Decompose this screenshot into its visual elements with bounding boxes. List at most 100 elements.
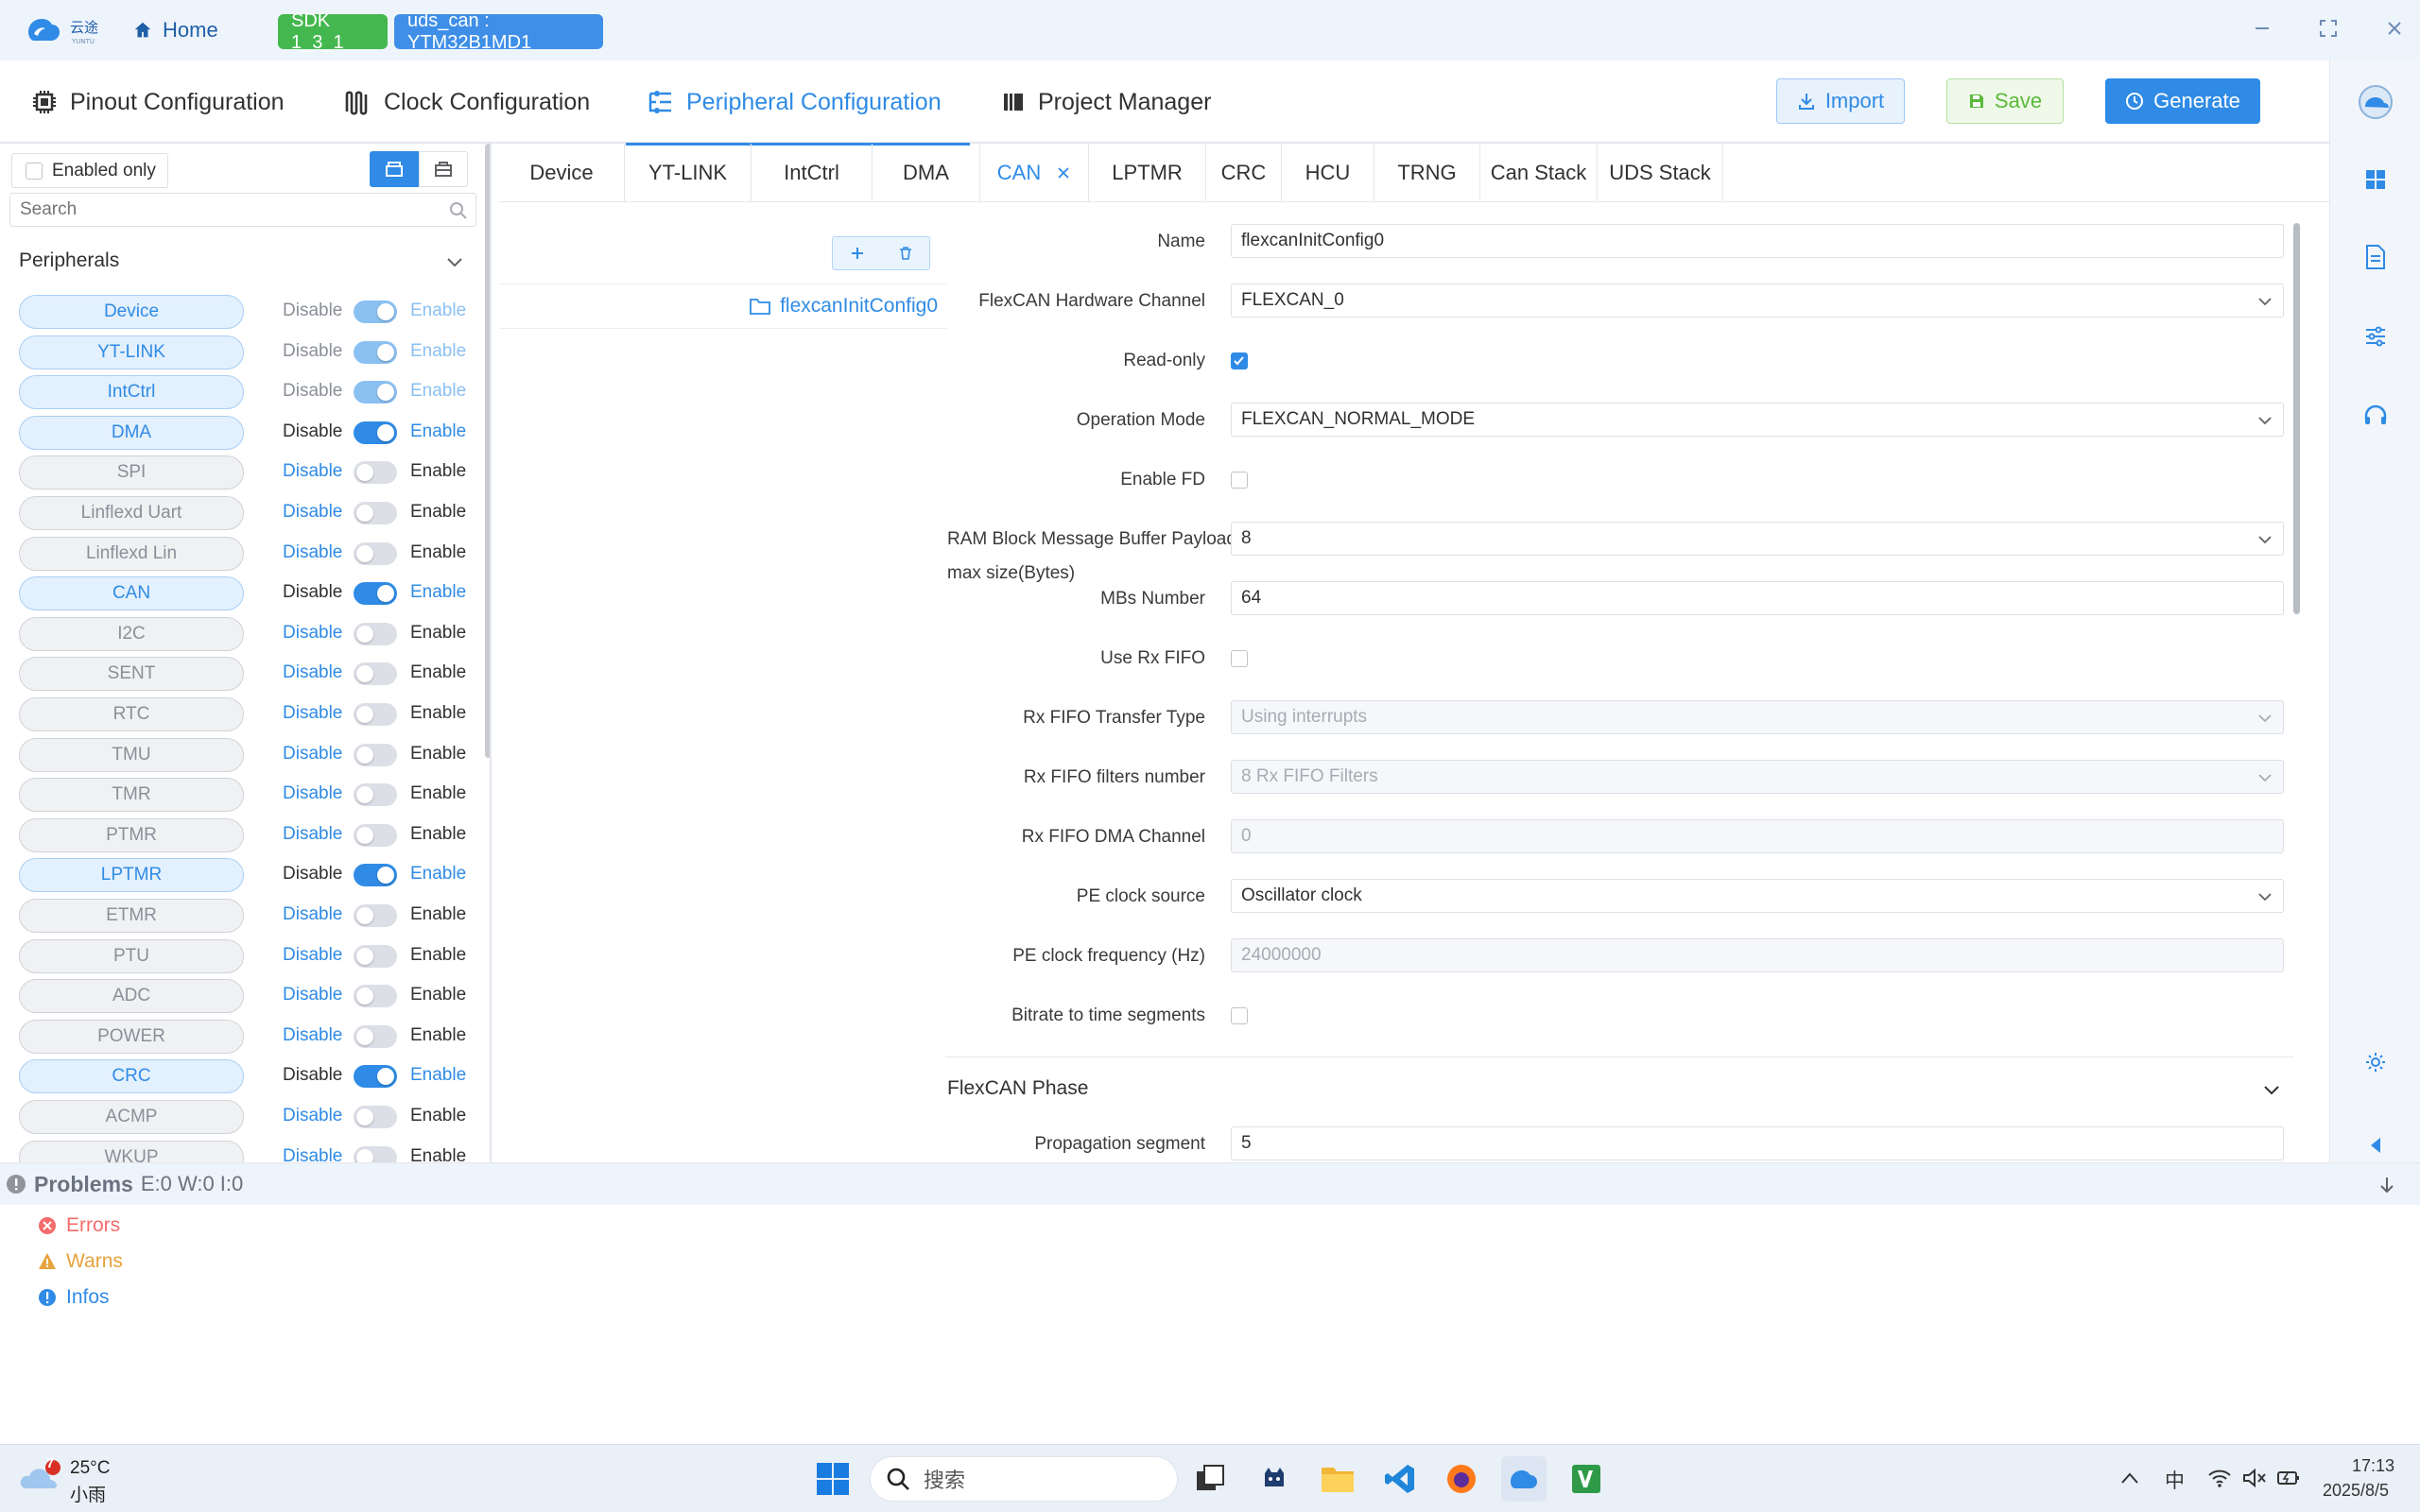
use-rxfifo-checkbox[interactable] — [1231, 650, 1248, 667]
instance-item[interactable]: flexcanInitConfig0 — [499, 284, 947, 329]
enable-toggle[interactable] — [354, 864, 397, 887]
task-view-button[interactable] — [1187, 1456, 1233, 1502]
taskbar-yuntu-app[interactable] — [1501, 1456, 1547, 1502]
enable-label[interactable]: Enable — [410, 341, 466, 362]
peripheral-pill[interactable]: I2C — [19, 616, 244, 651]
subtab-lptmr[interactable]: LPTMR — [1089, 144, 1206, 202]
enable-label[interactable]: Enable — [410, 783, 466, 804]
enable-label[interactable]: Enable — [410, 824, 466, 845]
peripheral-pill[interactable]: Linflexd Lin — [19, 536, 244, 571]
enable-toggle[interactable] — [354, 743, 397, 766]
enable-toggle[interactable] — [354, 622, 397, 645]
disable-label[interactable]: Disable — [283, 1025, 342, 1046]
enable-label[interactable]: Enable — [410, 1146, 466, 1162]
subtab-yt-link[interactable]: YT-LINK — [625, 144, 752, 202]
chevron-down-icon[interactable] — [444, 251, 465, 272]
enable-toggle[interactable] — [354, 1145, 397, 1162]
peripheral-pill[interactable]: WKUP — [19, 1140, 244, 1162]
enable-label[interactable]: Enable — [410, 904, 466, 925]
tab-clock-configuration[interactable]: Clock Configuration — [344, 60, 590, 144]
disable-label[interactable]: Disable — [283, 703, 342, 724]
enable-toggle[interactable] — [354, 662, 397, 686]
enable-label[interactable]: Enable — [410, 301, 466, 321]
peripheral-pill[interactable]: Device — [19, 295, 244, 329]
enable-label[interactable]: Enable — [410, 421, 466, 442]
disable-label[interactable]: Disable — [283, 623, 342, 644]
minimize-button[interactable] — [2243, 9, 2281, 47]
maximize-button[interactable] — [2309, 9, 2347, 47]
disable-label[interactable]: Disable — [283, 502, 342, 523]
tab-pinout-configuration[interactable]: Pinout Configuration — [32, 60, 285, 144]
enable-toggle[interactable] — [354, 904, 397, 927]
taskbar-vscode[interactable] — [1377, 1456, 1423, 1502]
avatar[interactable] — [2357, 83, 2394, 121]
enable-toggle[interactable] — [354, 944, 397, 968]
enable-label[interactable]: Enable — [410, 461, 466, 482]
project-badge[interactable]: uds_can : YTM32B1MD1 — [394, 10, 603, 53]
clock-date[interactable]: 2025/8/5 — [2323, 1481, 2389, 1501]
enable-label[interactable]: Enable — [410, 744, 466, 765]
weather-widget[interactable]: 7 25°C 小雨 — [19, 1455, 132, 1505]
form-scrollbar[interactable] — [2293, 223, 2300, 614]
grid-view-button[interactable] — [419, 151, 468, 187]
subtab-crc[interactable]: CRC — [1206, 144, 1282, 202]
name-input[interactable]: flexcanInitConfig0 — [1231, 224, 2284, 258]
disable-label[interactable]: Disable — [283, 1146, 342, 1162]
sdk-version-badge[interactable]: SDK 1_3_1 — [278, 10, 388, 53]
disable-label[interactable]: Disable — [283, 1065, 342, 1086]
list-view-button[interactable] — [370, 151, 419, 187]
subtab-can-stack[interactable]: Can Stack — [1480, 144, 1598, 202]
save-button[interactable]: Save — [1946, 78, 2064, 124]
left-scrollbar[interactable] — [485, 144, 490, 758]
errors-item[interactable]: Errors — [38, 1214, 120, 1237]
home-link[interactable]: Home — [132, 13, 218, 47]
wifi-icon[interactable] — [2207, 1468, 2232, 1488]
sliders-icon[interactable] — [2357, 318, 2394, 355]
enable-label[interactable]: Enable — [410, 502, 466, 523]
disable-label[interactable]: Disable — [283, 582, 342, 603]
disable-label[interactable]: Disable — [283, 945, 342, 966]
enable-toggle[interactable] — [354, 783, 397, 807]
enable-toggle[interactable] — [354, 1024, 397, 1048]
close-window-button[interactable] — [2376, 9, 2413, 47]
delete-instance-button[interactable] — [881, 237, 929, 269]
propagation-input[interactable]: 5 — [1231, 1126, 2284, 1160]
taskbar-vim-app[interactable] — [1564, 1456, 1609, 1502]
peripheral-pill[interactable]: YT-LINK — [19, 335, 244, 369]
enable-toggle[interactable] — [354, 502, 397, 524]
speaker-muted-icon[interactable] — [2242, 1468, 2267, 1488]
enable-label[interactable]: Enable — [410, 381, 466, 402]
chevron-down-icon[interactable] — [2261, 1079, 2282, 1100]
tab-peripheral-configuration[interactable]: Peripheral Configuration — [626, 60, 970, 146]
enable-label[interactable]: Enable — [410, 1065, 466, 1086]
enable-label[interactable]: Enable — [410, 623, 466, 644]
enable-label[interactable]: Enable — [410, 582, 466, 603]
peripheral-pill[interactable]: IntCtrl — [19, 375, 244, 410]
disable-label[interactable]: Disable — [283, 381, 342, 402]
taskbar-app-cat[interactable] — [1252, 1456, 1297, 1502]
peripheral-pill[interactable]: PTU — [19, 938, 244, 973]
disable-label[interactable]: Disable — [283, 421, 342, 442]
subtab-uds-stack[interactable]: UDS Stack — [1598, 144, 1723, 202]
peripheral-pill[interactable]: TMR — [19, 778, 244, 813]
disable-label[interactable]: Disable — [283, 824, 342, 845]
disable-label[interactable]: Disable — [283, 662, 342, 683]
opmode-select[interactable]: FLEXCAN_NORMAL_MODE — [1231, 403, 2284, 437]
mbs-input[interactable]: 64 — [1231, 581, 2284, 615]
enable-label[interactable]: Enable — [410, 1106, 466, 1126]
peripheral-pill[interactable]: POWER — [19, 1019, 244, 1054]
warns-item[interactable]: Warns — [38, 1250, 123, 1273]
peripheral-pill[interactable]: ADC — [19, 979, 244, 1014]
enable-toggle[interactable] — [354, 823, 397, 847]
enable-label[interactable]: Enable — [410, 945, 466, 966]
collapse-left-icon[interactable] — [2357, 1126, 2394, 1164]
enable-toggle[interactable] — [354, 541, 397, 565]
infos-item[interactable]: Infos — [38, 1286, 110, 1309]
peripheral-pill[interactable]: ACMP — [19, 1100, 244, 1134]
peripheral-pill[interactable]: DMA — [19, 415, 244, 450]
peripheral-pill[interactable]: RTC — [19, 697, 244, 731]
disable-label[interactable]: Disable — [283, 864, 342, 885]
ram-payload-select[interactable]: 8 — [1231, 522, 2284, 556]
arrow-down-icon[interactable] — [2377, 1175, 2397, 1195]
tab-project-manager[interactable]: Project Manager — [1002, 60, 1211, 144]
